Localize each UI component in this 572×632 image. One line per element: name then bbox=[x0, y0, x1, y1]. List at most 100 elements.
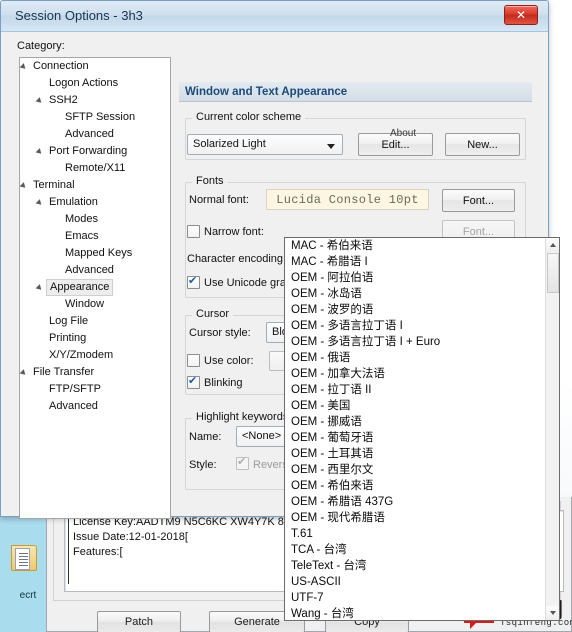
blinking-checkbox[interactable] bbox=[187, 374, 200, 389]
chevron-down-icon bbox=[327, 144, 335, 149]
encoding-option[interactable]: OEM - 加拿大法语 bbox=[285, 366, 547, 382]
tree-item-window[interactable]: Window bbox=[20, 296, 170, 313]
tree-item-emacs[interactable]: Emacs bbox=[20, 228, 170, 245]
scroll-down-arrow-icon[interactable] bbox=[546, 606, 559, 620]
tree-expander-icon[interactable] bbox=[35, 148, 44, 156]
use-color-checkbox[interactable] bbox=[187, 354, 200, 367]
scroll-up-arrow-icon[interactable] bbox=[546, 238, 559, 252]
scrollbar-thumb[interactable] bbox=[547, 253, 559, 293]
narrow-font-checkbox[interactable] bbox=[187, 225, 200, 238]
text-caret bbox=[68, 514, 69, 584]
cursor-style-label: Cursor style: bbox=[189, 327, 251, 339]
document-icon bbox=[15, 548, 30, 570]
tree-expander-icon[interactable] bbox=[20, 63, 28, 71]
encoding-option[interactable]: OEM - 现代希腊语 bbox=[285, 510, 547, 526]
tree-item-label: FTP/SFTP bbox=[49, 383, 101, 395]
tree-item-modes[interactable]: Modes bbox=[20, 211, 170, 228]
about-label[interactable]: About bbox=[390, 128, 416, 139]
tree-item-label: Mapped Keys bbox=[65, 247, 133, 259]
tree-item-label: Terminal bbox=[33, 179, 75, 191]
tree-item-logon-actions[interactable]: Logon Actions bbox=[20, 75, 170, 92]
encoding-option[interactable]: T.61 bbox=[285, 526, 547, 542]
encoding-option[interactable]: OEM - 挪威语 bbox=[285, 414, 547, 430]
encoding-option[interactable]: TCA - 台湾 bbox=[285, 542, 547, 558]
tree-expander-icon[interactable] bbox=[20, 182, 28, 190]
tree-item-x-y-zmodem[interactable]: X/Y/Zmodem bbox=[20, 347, 170, 364]
tree-item-label: Log File bbox=[49, 315, 89, 327]
encoding-option[interactable]: OEM - 波罗的语 bbox=[285, 302, 547, 318]
tree-item-label: Advanced bbox=[49, 400, 98, 412]
title-bar[interactable]: Session Options - 3h3 ✕ bbox=[1, 1, 548, 32]
tree-item-sftp-session[interactable]: SFTP Session bbox=[20, 109, 170, 126]
desktop-icon-securecrt[interactable]: ecrt bbox=[6, 545, 42, 601]
tree-expander-icon[interactable] bbox=[35, 284, 44, 292]
cursor-group-title: Cursor bbox=[192, 308, 234, 320]
tree-item-label: Port Forwarding bbox=[49, 145, 128, 157]
tree-item-remote-x11[interactable]: Remote/X11 bbox=[20, 160, 170, 177]
encoding-option[interactable]: OEM - 美国 bbox=[285, 398, 547, 414]
tree-item-emulation[interactable]: Emulation bbox=[20, 194, 170, 211]
tree-item-ssh2[interactable]: SSH2 bbox=[20, 92, 170, 109]
encoding-option[interactable]: OEM - 阿拉伯语 bbox=[285, 270, 547, 286]
tree-item-advanced[interactable]: Advanced bbox=[20, 126, 170, 143]
tree-item-label: SSH2 bbox=[49, 94, 78, 106]
desktop-icon-label: ecrt bbox=[19, 590, 37, 601]
tree-expander-icon[interactable] bbox=[35, 199, 44, 207]
tree-item-label: Modes bbox=[65, 213, 99, 225]
encoding-option[interactable]: US-ASCII bbox=[285, 574, 547, 590]
highlight-name-label: Name: bbox=[189, 431, 222, 443]
tree-item-port-forwarding[interactable]: Port Forwarding bbox=[20, 143, 170, 160]
color-scheme-value: Solarized Light bbox=[193, 138, 266, 150]
encoding-option[interactable]: MAC - 希伯来语 bbox=[285, 238, 547, 254]
normal-font-button[interactable]: Font... bbox=[442, 189, 515, 212]
tree-item-label: Advanced bbox=[65, 264, 114, 276]
tree-item-label: Printing bbox=[49, 332, 87, 344]
encoding-option[interactable]: TeleText - 台湾 bbox=[285, 558, 547, 574]
category-tree[interactable]: Connection Logon Actions SSH2 SFTP Session A… bbox=[19, 57, 171, 519]
reverse-style-checkbox[interactable] bbox=[236, 455, 249, 470]
tree-item-advanced[interactable]: Advanced bbox=[20, 398, 170, 415]
encoding-option-list[interactable]: MAC - 希伯来语 MAC - 希腊语 I OEM - 阿拉伯语 OEM - 冰岛语… bbox=[285, 238, 547, 620]
category-label: Category: bbox=[17, 40, 65, 52]
character-encoding-dropdown[interactable]: MAC - 希伯来语 MAC - 希腊语 I OEM - 阿拉伯语 OEM - 冰岛语… bbox=[284, 237, 560, 621]
encoding-option[interactable]: Wang - 台湾 bbox=[285, 606, 547, 620]
tree-item-appearance[interactable]: Appearance bbox=[20, 279, 170, 296]
encoding-option[interactable]: OEM - 冰岛语 bbox=[285, 286, 547, 302]
normal-font-preview: Lucida Console 10pt bbox=[266, 189, 429, 210]
tree-item-connection[interactable]: Connection bbox=[20, 58, 170, 75]
tree-item-label: Advanced bbox=[65, 128, 114, 140]
close-button[interactable]: ✕ bbox=[504, 5, 538, 25]
encoding-option[interactable]: OEM - 土耳其语 bbox=[285, 446, 547, 462]
tree-item-label: Logon Actions bbox=[49, 77, 119, 89]
encoding-option[interactable]: OEM - 多语言拉丁语 I bbox=[285, 318, 547, 334]
tree-item-printing[interactable]: Printing bbox=[20, 330, 170, 347]
tree-item-ftp-sftp[interactable]: FTP/SFTP bbox=[20, 381, 170, 398]
encoding-option[interactable]: OEM - 拉丁语 II bbox=[285, 382, 547, 398]
tree-item-advanced[interactable]: Advanced bbox=[20, 262, 170, 279]
tree-expander-icon[interactable] bbox=[20, 369, 28, 377]
patch-button[interactable]: Patch bbox=[97, 611, 181, 632]
tree-item-label: Remote/X11 bbox=[65, 162, 126, 174]
panel-title: Window and Text Appearance bbox=[179, 82, 532, 102]
encoding-option[interactable]: MAC - 希腊语 I bbox=[285, 254, 547, 270]
encoding-option[interactable]: OEM - 希伯来语 bbox=[285, 478, 547, 494]
tree-item-file-transfer[interactable]: File Transfer bbox=[20, 364, 170, 381]
encoding-option[interactable]: OEM - 葡萄牙语 bbox=[285, 430, 547, 446]
tree-item-log-file[interactable]: Log File bbox=[20, 313, 170, 330]
normal-font-label: Normal font: bbox=[189, 194, 249, 206]
new-scheme-button[interactable]: New... bbox=[445, 133, 520, 156]
encoding-option[interactable]: OEM - 西里尔文 bbox=[285, 462, 547, 478]
encoding-option[interactable]: OEM - 希腊语 437G bbox=[285, 494, 547, 510]
unicode-graphics-checkbox[interactable] bbox=[187, 274, 200, 289]
tree-item-mapped-keys[interactable]: Mapped Keys bbox=[20, 245, 170, 262]
tree-item-label: SFTP Session bbox=[65, 111, 136, 123]
encoding-option[interactable]: OEM - 多语言拉丁语 I + Euro bbox=[285, 334, 547, 350]
encoding-option[interactable]: OEM - 俄语 bbox=[285, 350, 547, 366]
encoding-option[interactable]: UTF-7 bbox=[285, 590, 547, 606]
dropdown-scrollbar[interactable] bbox=[545, 238, 559, 620]
blinking-label: Blinking bbox=[204, 377, 243, 389]
color-scheme-combo[interactable]: Solarized Light bbox=[187, 134, 343, 155]
tree-item-label: Connection bbox=[33, 60, 89, 72]
tree-expander-icon[interactable] bbox=[35, 97, 44, 105]
tree-item-terminal[interactable]: Terminal bbox=[20, 177, 170, 194]
